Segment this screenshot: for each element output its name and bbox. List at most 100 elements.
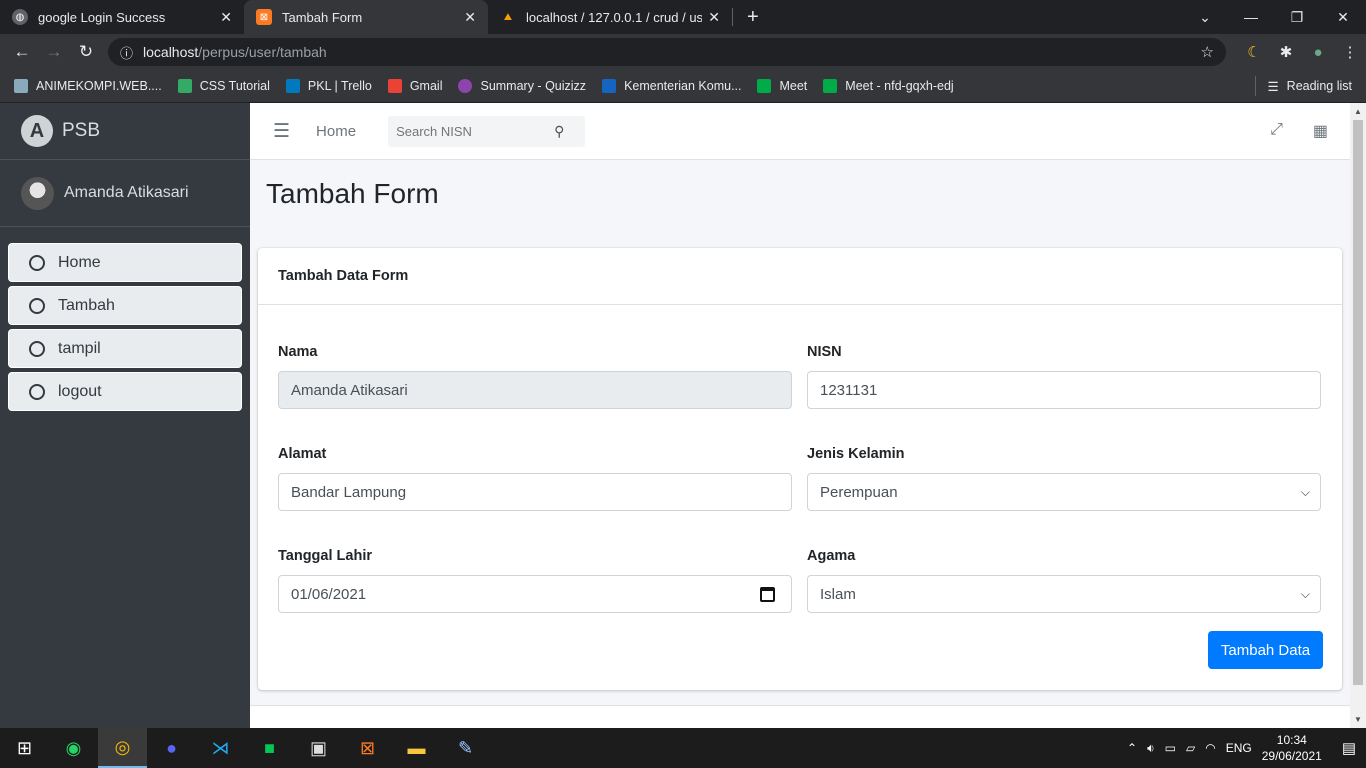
- volume-icon[interactable]: 🔉︎: [1147, 741, 1155, 756]
- url-host: localhost: [143, 44, 199, 60]
- card-title: Tambah Data Form: [258, 248, 1342, 305]
- meet-icon: [757, 79, 772, 93]
- tab-google-login[interactable]: ◍ google Login Success ✕: [0, 0, 244, 34]
- windows-start-icon[interactable]: ⊞: [0, 728, 49, 768]
- hamburger-icon[interactable]: ☰: [273, 120, 290, 143]
- circle-icon: [29, 383, 45, 400]
- menu-dots-icon[interactable]: ⋮: [1334, 43, 1366, 61]
- discord-icon[interactable]: ●: [147, 728, 196, 768]
- profile-avatar[interactable]: ●: [1302, 44, 1334, 61]
- fullscreen-icon[interactable]: ⤢: [1270, 121, 1283, 141]
- calendar-icon[interactable]: [760, 586, 775, 602]
- tambah-data-button[interactable]: Tambah Data: [1208, 631, 1323, 669]
- bookmark-item[interactable]: Meet - nfd-gqxh-edj: [823, 79, 954, 93]
- tab-tambah-form[interactable]: ⊠ Tambah Form ✕: [244, 0, 488, 34]
- bookmark-label: ANIMEKOMPI.WEB....: [36, 79, 162, 93]
- clock[interactable]: 10:34 29/06/2021: [1262, 732, 1322, 764]
- browser-tab-bar: ◍ google Login Success ✕ ⊠ Tambah Form ✕…: [0, 0, 1366, 34]
- avatar: [21, 176, 54, 210]
- tab-title: Tambah Form: [282, 9, 363, 25]
- agama-value: Islam: [820, 585, 856, 603]
- bookmark-item[interactable]: PKL | Trello: [285, 79, 372, 93]
- phpmyadmin-icon: ⛰: [503, 11, 513, 23]
- close-icon[interactable]: ✕: [220, 9, 232, 26]
- agama-select[interactable]: Islam ⌵: [807, 575, 1321, 613]
- url-bar[interactable]: ⓘ localhost/perpus/user/tambah ☆: [108, 38, 1226, 66]
- notification-icon[interactable]: ▤: [1342, 739, 1356, 757]
- whatsapp-icon[interactable]: ◉: [49, 728, 98, 768]
- device-icon[interactable]: ▭: [1165, 741, 1176, 755]
- wifi-icon[interactable]: ◠: [1205, 741, 1215, 755]
- tab-phpmyadmin[interactable]: ⛰ localhost / 127.0.0.1 / crud / user ✕: [488, 0, 732, 34]
- nav-home-link[interactable]: Home: [316, 123, 356, 140]
- bookmark-item[interactable]: Summary - Quizizz: [458, 79, 586, 93]
- circle-icon: [29, 297, 45, 314]
- vscode-icon[interactable]: ⋊: [196, 728, 245, 768]
- tanggal-lahir-label: Tanggal Lahir: [278, 548, 372, 564]
- sidebar-item-logout[interactable]: logout: [8, 372, 242, 411]
- jenis-kelamin-value: Perempuan: [820, 483, 898, 501]
- reading-list-icon: ☰: [1267, 79, 1279, 94]
- language-indicator[interactable]: ENG: [1226, 741, 1252, 755]
- nama-field[interactable]: Amanda Atikasari: [278, 371, 792, 409]
- brand-link[interactable]: A PSB: [0, 103, 250, 160]
- restore-icon[interactable]: ❐: [1274, 9, 1320, 26]
- info-icon[interactable]: ⓘ: [120, 43, 133, 62]
- alamat-field[interactable]: Bandar Lampung: [278, 473, 792, 511]
- scroll-thumb[interactable]: [1353, 120, 1363, 685]
- forward-icon[interactable]: →: [38, 42, 70, 62]
- close-window-icon[interactable]: ✕: [1320, 9, 1366, 26]
- bookmark-item[interactable]: CSS Tutorial: [177, 79, 270, 93]
- chevron-down-icon: ⌵: [1300, 586, 1310, 601]
- xampp-icon[interactable]: ⊠: [343, 728, 392, 768]
- sidebar-item-tampil[interactable]: tampil: [8, 329, 242, 368]
- scroll-up-icon[interactable]: ▲: [1354, 107, 1362, 116]
- jenis-kelamin-select[interactable]: Perempuan ⌵: [807, 473, 1321, 511]
- trello-icon: [285, 79, 300, 93]
- close-icon[interactable]: ✕: [464, 9, 476, 26]
- new-tab-icon[interactable]: +: [747, 6, 759, 29]
- reading-list[interactable]: ☰ Reading list: [1255, 75, 1352, 96]
- sidebar-item-label: tampil: [58, 339, 101, 357]
- search-icon[interactable]: ⚲: [554, 123, 564, 140]
- tanggal-lahir-field[interactable]: 01/06/2021: [278, 575, 792, 613]
- reading-list-label: Reading list: [1286, 79, 1352, 93]
- chevron-up-icon[interactable]: ⌃: [1127, 741, 1137, 755]
- meet-icon: [823, 79, 838, 93]
- tab-search-icon[interactable]: ⌄: [1182, 9, 1228, 26]
- search-input[interactable]: [388, 123, 549, 139]
- bookmark-item[interactable]: Meet: [757, 79, 807, 93]
- moon-icon[interactable]: ☾: [1238, 43, 1270, 61]
- chrome-icon[interactable]: ◎: [98, 728, 147, 768]
- battery-icon[interactable]: ▱: [1186, 741, 1195, 755]
- game-icon[interactable]: ▣: [294, 728, 343, 768]
- sidebar-item-label: logout: [58, 382, 102, 400]
- paint-icon[interactable]: ✎: [441, 728, 490, 768]
- bookmark-item[interactable]: Gmail: [387, 79, 442, 93]
- address-toolbar: ← → ↻ ⓘ localhost/perpus/user/tambah ☆ ☾…: [0, 34, 1366, 70]
- sidebar-nav: Home Tambah tampil logout: [0, 227, 250, 411]
- close-icon[interactable]: ✕: [708, 9, 720, 26]
- puzzle-icon[interactable]: ✱: [1270, 43, 1302, 61]
- user-panel[interactable]: Amanda Atikasari: [0, 160, 250, 227]
- back-icon[interactable]: ←: [6, 42, 38, 62]
- bookmark-favicon-icon: [14, 79, 28, 93]
- sidebar-item-home[interactable]: Home: [8, 243, 242, 282]
- file-explorer-icon[interactable]: ▬: [392, 728, 441, 768]
- bookmark-item[interactable]: Kementerian Komu...: [602, 79, 741, 93]
- reload-icon[interactable]: ↻: [70, 42, 102, 62]
- line-icon[interactable]: ■: [245, 728, 294, 768]
- minimize-icon[interactable]: —: [1228, 9, 1274, 25]
- clock-date: 29/06/2021: [1261, 749, 1322, 763]
- grid-icon[interactable]: ▦: [1313, 121, 1328, 141]
- tab-title: google Login Success: [38, 9, 166, 25]
- sidebar-item-tambah[interactable]: Tambah: [8, 286, 242, 325]
- bookmark-item[interactable]: ANIMEKOMPI.WEB....: [14, 79, 162, 93]
- bookmarks-bar: ANIMEKOMPI.WEB.... CSS Tutorial PKL | Tr…: [0, 70, 1366, 103]
- gmail-icon: [387, 79, 402, 93]
- bookmark-star-icon[interactable]: ☆: [1201, 43, 1214, 61]
- sidebar-item-label: Tambah: [58, 296, 115, 314]
- page-scrollbar[interactable]: ▲ ▼: [1350, 103, 1366, 728]
- scroll-down-icon[interactable]: ▼: [1354, 715, 1362, 724]
- nisn-field[interactable]: 1231131: [807, 371, 1321, 409]
